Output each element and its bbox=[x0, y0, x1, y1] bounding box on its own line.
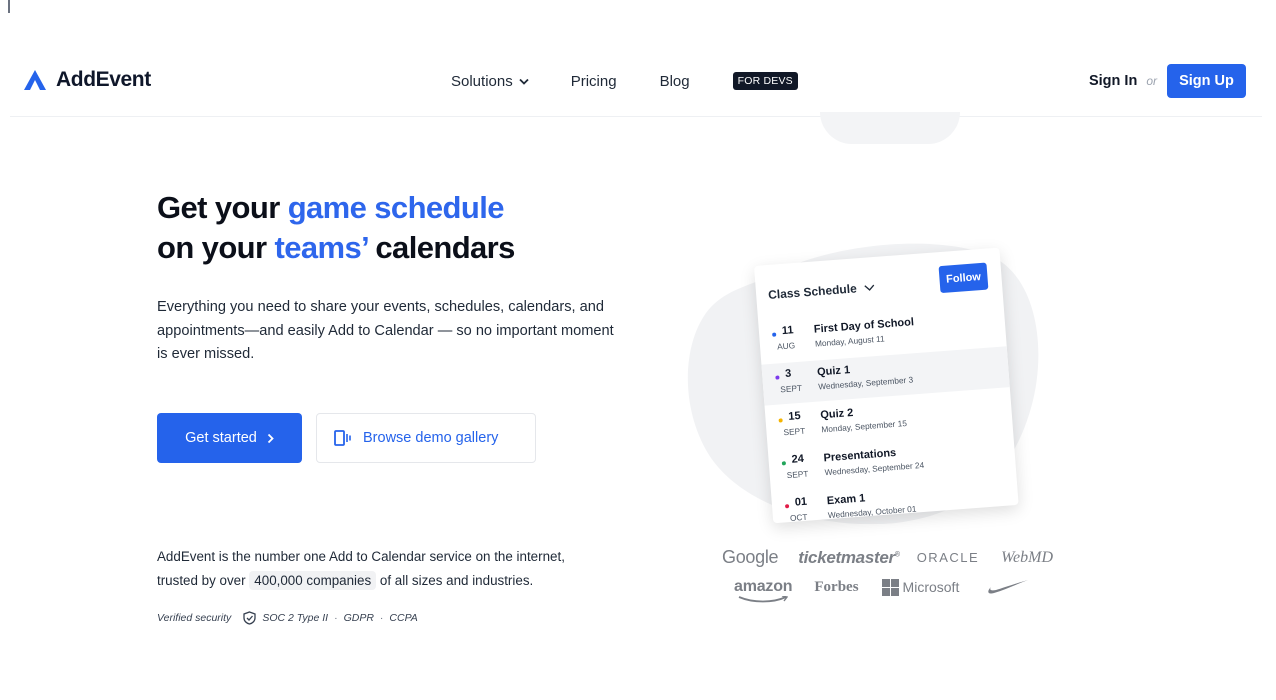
company-stat: AddEvent is the number one Add to Calend… bbox=[157, 545, 607, 592]
nav-pricing[interactable]: Pricing bbox=[571, 73, 617, 90]
shield-check-icon bbox=[243, 611, 256, 625]
event-day: 24 bbox=[791, 452, 805, 466]
event-name: First Day of School bbox=[813, 316, 915, 336]
microsoft-logo-text: Microsoft bbox=[902, 579, 960, 595]
hero-title-highlight: teams’ bbox=[274, 230, 368, 265]
schedule-title-label: Class Schedule bbox=[767, 281, 858, 302]
get-started-button[interactable]: Get started bbox=[157, 413, 302, 463]
addevent-logo-icon bbox=[24, 70, 46, 90]
gallery-icon bbox=[334, 430, 351, 446]
amazon-smile-icon bbox=[738, 596, 788, 603]
hero-title-part: Get your bbox=[157, 190, 288, 225]
event-month: SEPT bbox=[783, 425, 806, 438]
webmd-logo: WebMD bbox=[1001, 548, 1053, 566]
ticketmaster-logo: ticketmaster® bbox=[798, 547, 900, 568]
follow-button[interactable]: Follow bbox=[938, 262, 989, 294]
amazon-logo: amazon bbox=[734, 578, 793, 603]
brand-logo[interactable]: AddEvent bbox=[24, 68, 151, 92]
chevron-right-icon bbox=[267, 433, 274, 443]
sign-in-link[interactable]: Sign In bbox=[1089, 73, 1137, 89]
event-date: Monday, September 15 bbox=[821, 417, 908, 435]
stat-text: of all sizes and industries. bbox=[376, 572, 534, 588]
microsoft-logo: Microsoft bbox=[881, 578, 960, 596]
nike-swoosh-icon bbox=[988, 580, 1029, 594]
customer-logos-row-2: amazon Forbes Microsoft bbox=[734, 578, 1029, 603]
security-gdpr: GDPR bbox=[343, 612, 374, 624]
event-name: Quiz 2 bbox=[819, 406, 854, 422]
hero-title-part: on your bbox=[157, 230, 275, 265]
event-name: Exam 1 bbox=[826, 492, 866, 508]
ticketmaster-registered-mark: ® bbox=[894, 550, 900, 558]
oracle-logo: ORACLE bbox=[916, 550, 980, 565]
browse-demo-gallery-button[interactable]: Browse demo gallery bbox=[316, 413, 536, 463]
class-schedule-card: Class Schedule Follow 11 AUG First Day o… bbox=[754, 247, 1019, 524]
nav-for-devs[interactable]: FOR DEVS bbox=[732, 72, 798, 90]
chevron-down-icon bbox=[864, 284, 874, 291]
event-dot bbox=[784, 504, 790, 509]
security-ccpa: CCPA bbox=[389, 612, 418, 624]
event-day: 11 bbox=[781, 324, 795, 338]
security-separator: · bbox=[379, 612, 384, 624]
hero-title-part: calendars bbox=[367, 230, 515, 265]
nav-solutions[interactable]: Solutions bbox=[451, 73, 529, 90]
google-logo: Google bbox=[722, 547, 779, 567]
browse-demo-gallery-label: Browse demo gallery bbox=[363, 430, 499, 446]
event-day: 15 bbox=[787, 409, 802, 423]
brand-name: AddEvent bbox=[56, 68, 151, 91]
event-dot bbox=[781, 461, 787, 466]
schedule-title[interactable]: Class Schedule bbox=[768, 280, 875, 302]
or-separator: or bbox=[1146, 74, 1157, 88]
decorative-blob-top bbox=[820, 112, 960, 144]
get-started-label: Get started bbox=[185, 430, 257, 446]
event-dot bbox=[778, 418, 783, 423]
forbes-logo: Forbes bbox=[814, 578, 859, 595]
event-month: AUG bbox=[776, 340, 796, 352]
chevron-down-icon bbox=[519, 78, 529, 85]
event-month: SEPT bbox=[779, 382, 803, 395]
window-edge-marker bbox=[8, 0, 10, 13]
ticketmaster-logo-text: ticketmaster bbox=[798, 547, 895, 567]
hero-lead: Everything you need to share your events… bbox=[157, 299, 614, 362]
sign-up-button[interactable]: Sign Up bbox=[1167, 64, 1246, 98]
nav-blog[interactable]: Blog bbox=[660, 73, 690, 90]
event-name: Quiz 1 bbox=[816, 364, 851, 379]
auth-links: Sign In or Sign Up bbox=[1089, 64, 1246, 98]
security-badges: Verified security SOC 2 Type II · GDPR ·… bbox=[157, 611, 418, 625]
event-date: Monday, August 11 bbox=[814, 333, 885, 349]
event-day: 3 bbox=[784, 367, 792, 380]
customer-logos-row-1: Google ticketmaster® ORACLE WebMD bbox=[722, 547, 1053, 568]
main-nav: Solutions Pricing Blog FOR DEVS bbox=[451, 72, 798, 90]
microsoft-windows-icon bbox=[881, 578, 899, 596]
security-soc2: SOC 2 Type II bbox=[262, 612, 329, 624]
hero-title: Get your game schedule on your teams’ ca… bbox=[157, 188, 515, 268]
event-month: SEPT bbox=[786, 468, 809, 481]
verified-security-label: Verified security bbox=[157, 612, 232, 624]
nav-solutions-label: Solutions bbox=[451, 72, 513, 90]
companies-count-pill: 400,000 companies bbox=[249, 570, 377, 590]
site-header: AddEvent Solutions Pricing Blog FOR DEVS… bbox=[10, 48, 1262, 117]
event-dot bbox=[772, 332, 777, 337]
event-day: 01 bbox=[794, 495, 808, 509]
amazon-logo-text: amazon bbox=[734, 578, 793, 595]
event-dot bbox=[775, 375, 780, 380]
security-separator: · bbox=[334, 612, 338, 624]
hero-title-highlight: game schedule bbox=[287, 190, 505, 225]
